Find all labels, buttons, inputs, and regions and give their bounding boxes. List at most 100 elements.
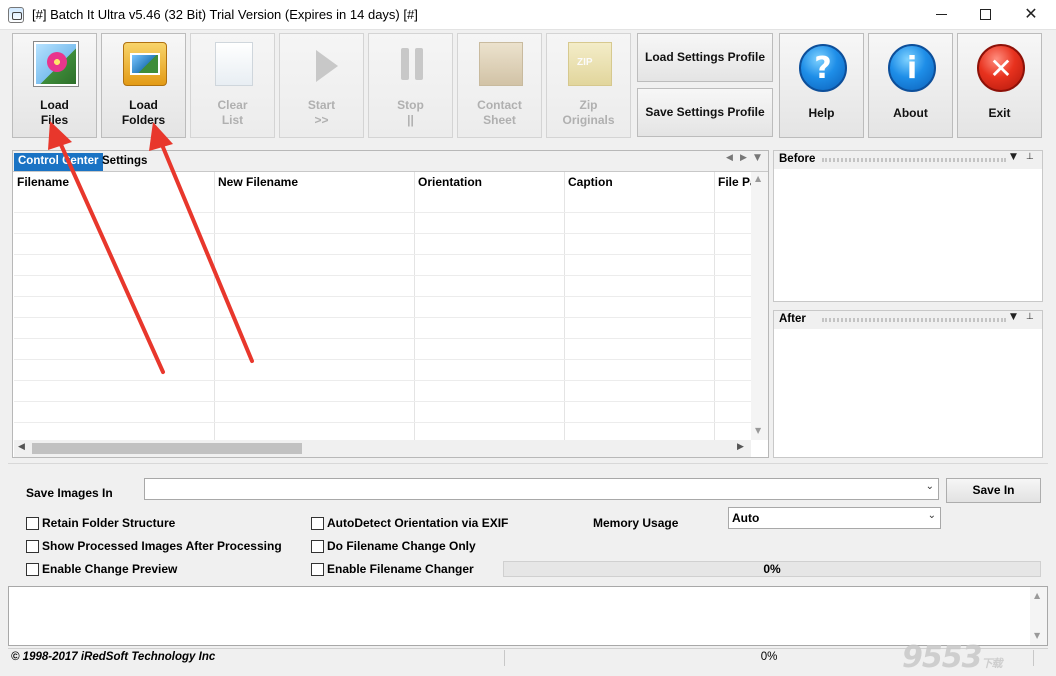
- filename-change-only-checkbox[interactable]: Do Filename Change Only: [311, 539, 476, 553]
- chevron-down-icon[interactable]: ⌄: [928, 510, 936, 521]
- clear-list-label-2: List: [221, 113, 244, 127]
- grid-row-line: [14, 275, 751, 276]
- toolbar: Load Files Load Folders Clear List Start >> …: [0, 30, 1056, 145]
- minimize-icon: [935, 14, 947, 15]
- column-header-new-filename[interactable]: New Filename: [218, 175, 298, 189]
- tab-prev-icon[interactable]: ◀: [726, 153, 733, 163]
- chevron-down-icon[interactable]: ⌄: [926, 481, 934, 492]
- after-pane-title: After: [779, 313, 806, 325]
- checkbox-box[interactable]: [26, 516, 39, 530]
- grid-horizontal-scrollbar[interactable]: ◀ ▶: [14, 440, 751, 457]
- grid-vertical-scrollbar[interactable]: ▲ ▼: [751, 172, 768, 440]
- tab-settings[interactable]: Settings: [98, 153, 151, 171]
- scroll-up-icon[interactable]: ▲: [755, 174, 761, 183]
- title-bar: [#] Batch It Ultra v5.46 (32 Bit) Trial …: [0, 0, 1056, 30]
- load-settings-profile-button[interactable]: Load Settings Profile: [637, 33, 773, 82]
- log-output[interactable]: ▲ ▼: [8, 586, 1048, 646]
- start-label-1: Start: [307, 98, 336, 112]
- save-images-in-combo[interactable]: ⌄: [144, 478, 939, 500]
- watermark-text: 9553: [902, 640, 982, 675]
- before-menu-icon[interactable]: ▼: [1010, 152, 1017, 162]
- after-pin-icon[interactable]: ⊥: [1026, 312, 1034, 322]
- enable-filename-changer-label: Enable Filename Changer: [327, 562, 474, 576]
- checkbox-box[interactable]: [311, 562, 324, 576]
- start-label-2: >>: [314, 113, 329, 127]
- grid-row-line: [14, 380, 751, 381]
- grip-dots: [822, 158, 1006, 162]
- load-folders-button[interactable]: Load Folders: [101, 33, 186, 138]
- column-header-caption[interactable]: Caption: [568, 175, 613, 189]
- autodetect-orientation-label: AutoDetect Orientation via EXIF: [327, 516, 509, 530]
- after-pane-header: After ▼ ⊥: [774, 311, 1042, 329]
- enable-change-preview-checkbox[interactable]: Enable Change Preview: [26, 562, 177, 576]
- about-label: About: [893, 106, 928, 120]
- grid-row-line: [14, 422, 751, 423]
- memory-usage-select[interactable]: Auto ⌄: [728, 507, 941, 529]
- scroll-up-icon[interactable]: ▲: [1034, 591, 1040, 600]
- photo-folder-icon: [123, 42, 167, 86]
- help-button[interactable]: ? Help: [779, 33, 864, 138]
- options-panel: Save Images In ⌄ Save In Retain Folder S…: [8, 463, 1048, 585]
- blank-page-icon: [215, 42, 253, 86]
- scroll-down-icon[interactable]: ▼: [755, 426, 761, 435]
- checkbox-box[interactable]: [311, 516, 324, 530]
- checkbox-box[interactable]: [26, 539, 39, 553]
- grid-row-line: [14, 296, 751, 297]
- before-pane-header: Before ▼ ⊥: [774, 151, 1042, 169]
- about-button[interactable]: i About: [868, 33, 953, 138]
- grid-row-line: [14, 212, 751, 213]
- info-icon: i: [888, 44, 936, 92]
- column-header-file-path[interactable]: File Pa: [718, 175, 751, 189]
- filename-change-only-label: Do Filename Change Only: [327, 539, 476, 553]
- close-button[interactable]: ✕: [1008, 0, 1054, 30]
- column-header-filename[interactable]: Filename: [17, 175, 69, 189]
- enable-filename-changer-checkbox[interactable]: Enable Filename Changer: [311, 562, 474, 576]
- contact-sheet-label-2: Sheet: [483, 113, 516, 127]
- tab-next-icon[interactable]: ▶: [740, 153, 747, 163]
- horizontal-scroll-thumb[interactable]: [32, 443, 302, 454]
- zip-originals-label-1: Zip: [579, 98, 598, 112]
- contact-sheet-button[interactable]: Contact Sheet: [457, 33, 542, 138]
- autodetect-orientation-checkbox[interactable]: AutoDetect Orientation via EXIF: [311, 516, 508, 530]
- load-files-label-1: Load: [40, 98, 69, 112]
- load-folders-label-1: Load: [129, 98, 158, 112]
- load-files-label-2: Files: [40, 113, 69, 127]
- scroll-right-icon[interactable]: ▶: [737, 442, 744, 452]
- grid-row-line: [14, 233, 751, 234]
- start-button[interactable]: Start >>: [279, 33, 364, 138]
- log-vertical-scrollbar[interactable]: ▲ ▼: [1030, 587, 1047, 645]
- zip-originals-label-2: Originals: [562, 113, 615, 127]
- help-label: Help: [808, 106, 835, 120]
- stop-button[interactable]: Stop ||: [368, 33, 453, 138]
- clear-list-label-1: Clear: [217, 98, 248, 112]
- before-pane-title: Before: [779, 153, 816, 165]
- retain-folder-structure-checkbox[interactable]: Retain Folder Structure: [26, 516, 175, 530]
- help-icon: ?: [799, 44, 847, 92]
- stop-label-2: ||: [407, 113, 414, 127]
- app-icon: [8, 7, 24, 23]
- save-in-button[interactable]: Save In: [946, 478, 1041, 503]
- file-grid[interactable]: Filename New Filename Orientation Captio…: [14, 172, 751, 440]
- tab-menu-icon[interactable]: ▼: [754, 153, 761, 163]
- scroll-left-icon[interactable]: ◀: [18, 442, 25, 452]
- exit-label: Exit: [988, 106, 1011, 120]
- exit-button[interactable]: ✕ Exit: [957, 33, 1042, 138]
- after-menu-icon[interactable]: ▼: [1010, 312, 1017, 322]
- before-preview-pane: Before ▼ ⊥: [773, 150, 1043, 302]
- tab-strip: Control Center Settings ◀ ▶ ▼: [13, 151, 768, 172]
- show-processed-images-checkbox[interactable]: Show Processed Images After Processing: [26, 539, 282, 553]
- checkbox-box[interactable]: [26, 562, 39, 576]
- clear-list-button[interactable]: Clear List: [190, 33, 275, 138]
- maximize-button[interactable]: [962, 0, 1008, 30]
- column-header-orientation[interactable]: Orientation: [418, 175, 482, 189]
- minimize-button[interactable]: [918, 0, 964, 30]
- tab-control-center[interactable]: Control Center: [14, 153, 103, 171]
- load-files-button[interactable]: Load Files: [12, 33, 97, 138]
- scroll-down-icon[interactable]: ▼: [1034, 631, 1040, 640]
- zip-originals-button[interactable]: ZIP Zip Originals: [546, 33, 631, 138]
- play-icon: [316, 50, 338, 82]
- save-settings-profile-button[interactable]: Save Settings Profile: [637, 88, 773, 137]
- checkbox-box[interactable]: [311, 539, 324, 553]
- before-pin-icon[interactable]: ⊥: [1026, 152, 1034, 162]
- zip-archive-icon: ZIP: [568, 42, 612, 86]
